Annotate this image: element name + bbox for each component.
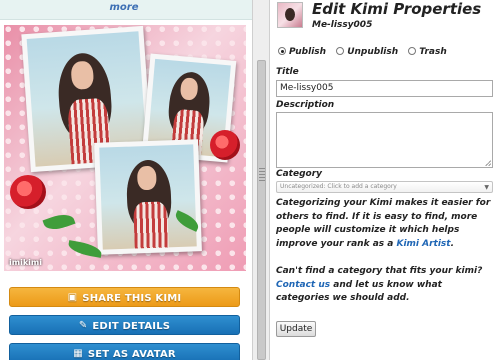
textarea-resize-icon[interactable] bbox=[485, 160, 491, 166]
category-select-text: Uncategorized: Click to add a category bbox=[280, 183, 397, 190]
scrollbar-thumb[interactable] bbox=[257, 60, 266, 360]
left-panel: more imikimi ▣ SHARE THIS KIMI ✎ EDIT DE… bbox=[0, 0, 252, 360]
rose-decoration bbox=[10, 175, 46, 209]
pencil-icon: ✎ bbox=[78, 320, 88, 331]
update-button[interactable]: Update bbox=[276, 321, 316, 337]
page-title: Edit Kimi Properties bbox=[312, 0, 482, 18]
category-help-text: Categorizing your Kimi makes it easier f… bbox=[276, 197, 496, 251]
contact-help-question: Can't find a category that fits your kim… bbox=[276, 266, 483, 276]
edit-properties-panel: Edit Kimi Properties Me-lissy005 Publish… bbox=[270, 0, 500, 360]
visibility-radio-group: Publish Unpublish Trash bbox=[278, 47, 454, 57]
radio-button[interactable] bbox=[408, 47, 417, 55]
edit-details-button[interactable]: ✎ EDIT DETAILS bbox=[9, 315, 240, 335]
category-help-text-body: Categorizing your Kimi makes it easier f… bbox=[276, 198, 491, 249]
kimi-name: Me-lissy005 bbox=[312, 20, 373, 30]
contact-help-text: Can't find a category that fits your kim… bbox=[276, 265, 496, 306]
radio-trash-label: Trash bbox=[419, 47, 447, 57]
radio-publish[interactable]: Publish bbox=[278, 47, 326, 57]
panel-splitter[interactable] bbox=[252, 0, 270, 360]
description-label: Description bbox=[276, 100, 335, 110]
more-bar: more bbox=[0, 0, 252, 20]
radio-trash[interactable]: Trash bbox=[408, 47, 447, 57]
title-label: Title bbox=[276, 67, 299, 77]
resize-grip-icon[interactable] bbox=[259, 168, 265, 182]
kimi-artist-link[interactable]: Kimi Artist bbox=[396, 239, 450, 249]
category-select[interactable]: Uncategorized: Click to add a category ▼ bbox=[276, 181, 493, 193]
photo-share-icon: ▣ bbox=[67, 292, 78, 303]
category-label: Category bbox=[276, 169, 323, 179]
set-avatar-label: SET AS AVATAR bbox=[87, 349, 176, 360]
radio-button-selected[interactable] bbox=[278, 47, 286, 55]
kimi-image: imikimi bbox=[4, 25, 246, 271]
picture-icon: ▦ bbox=[73, 348, 83, 359]
contact-us-link[interactable]: Contact us bbox=[276, 280, 330, 290]
radio-button[interactable] bbox=[336, 47, 345, 55]
radio-unpublish-label: Unpublish bbox=[347, 47, 399, 57]
share-kimi-button[interactable]: ▣ SHARE THIS KIMI bbox=[9, 287, 240, 307]
radio-unpublish[interactable]: Unpublish bbox=[336, 47, 398, 57]
description-textarea[interactable] bbox=[276, 112, 493, 168]
photo-bottom bbox=[94, 139, 202, 255]
title-input[interactable]: Me-lissy005 bbox=[276, 80, 493, 97]
chevron-down-icon: ▼ bbox=[484, 184, 489, 191]
radio-publish-label: Publish bbox=[289, 47, 327, 57]
more-link[interactable]: more bbox=[0, 2, 248, 13]
category-help-text-end: . bbox=[450, 238, 454, 249]
share-kimi-label: SHARE THIS KIMI bbox=[82, 293, 182, 304]
watermark: imikimi bbox=[9, 258, 42, 267]
set-avatar-button[interactable]: ▦ SET AS AVATAR bbox=[9, 343, 240, 360]
edit-details-label: EDIT DETAILS bbox=[92, 321, 171, 332]
panel-header: Edit Kimi Properties Me-lissy005 bbox=[270, 0, 500, 36]
rose-decoration bbox=[210, 130, 240, 160]
avatar bbox=[277, 2, 303, 28]
